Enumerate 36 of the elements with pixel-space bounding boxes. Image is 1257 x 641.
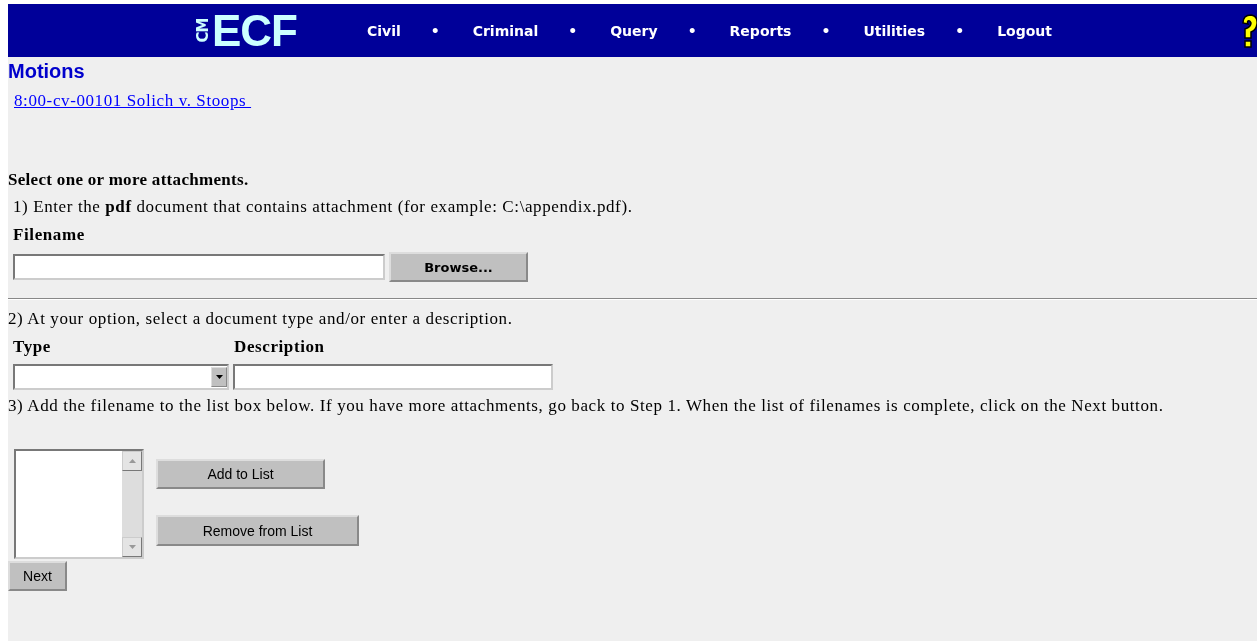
nav-separator: • (430, 22, 440, 39)
nav-separator: • (568, 22, 578, 39)
browse-button[interactable]: Browse... (389, 252, 528, 282)
question-mark-icon[interactable] (1241, 13, 1257, 49)
nav-separator: • (821, 22, 831, 39)
field-label: Type (13, 336, 52, 358)
nav-link[interactable]: Civil (366, 22, 401, 39)
logo-vertical-text: CM (196, 18, 212, 43)
nav-link[interactable]: Query (610, 22, 658, 39)
logo-text: ECF (211, 8, 297, 53)
nav-link[interactable]: Utilities (863, 22, 926, 39)
type-dropdown[interactable] (13, 364, 229, 390)
remove-from-list-button[interactable]: Remove from List (156, 515, 359, 546)
dropdown-arrow-icon (215, 375, 223, 379)
step-instruction: 3) Add the filename to the list box below. If you have more attachments, go back to Step 1. When the list of filenames is complete, click on the Next button. (8, 395, 1165, 417)
nav-link[interactable]: Reports (729, 22, 792, 39)
next-button[interactable]: Next (8, 561, 67, 591)
logo[interactable]: CM ECF (198, 8, 297, 53)
field-label: Description (234, 336, 325, 358)
nav-separator: • (955, 22, 965, 39)
filename-field[interactable] (13, 254, 385, 280)
description-field[interactable] (233, 364, 553, 390)
nav-link[interactable]: Logout (997, 22, 1052, 39)
scrollbar[interactable] (122, 451, 142, 557)
add-to-list-button[interactable]: Add to List (156, 459, 325, 489)
step-instruction: 1) Enter the pdf document that contains attachment (for example: C:\appendix.pdf). (13, 196, 634, 218)
scroll-down-icon (128, 545, 136, 549)
scroll-up-icon (128, 459, 136, 463)
step-instruction: 2) At your option, select a document type and/or enter a description. (8, 308, 514, 330)
page-title: Motions (8, 59, 86, 83)
nav-link[interactable]: Criminal (472, 22, 539, 39)
section-heading: Select one or more attachments. (8, 169, 250, 191)
nav-separator: • (687, 22, 697, 39)
filename-list-box[interactable] (14, 449, 144, 559)
case-link[interactable]: 8:00-cv-00101 Solich v. Stoops (14, 91, 252, 111)
field-label: Filename (13, 224, 85, 246)
